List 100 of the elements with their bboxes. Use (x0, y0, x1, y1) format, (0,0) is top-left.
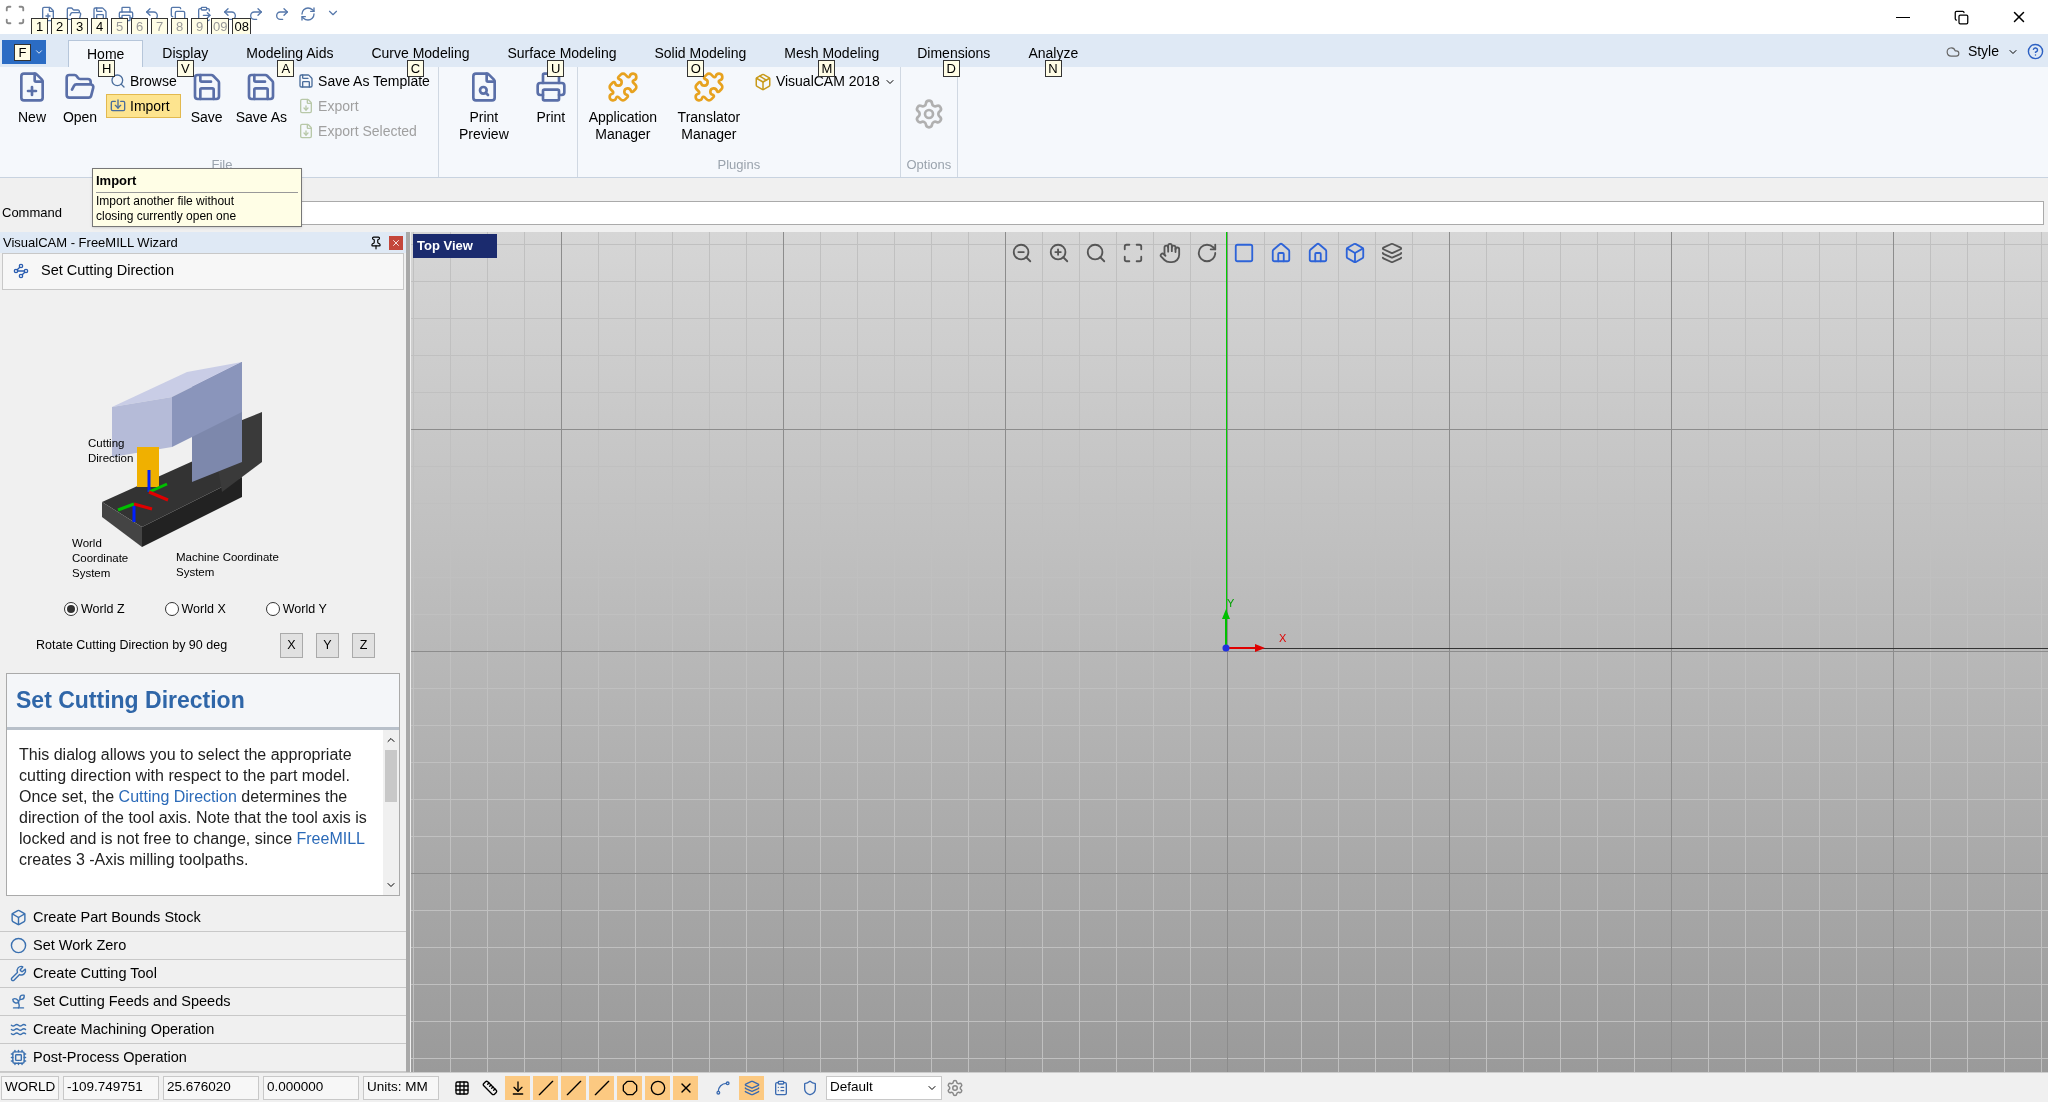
snap-icon (621, 1079, 638, 1096)
view-toolbar-icon[interactable] (1196, 242, 1218, 264)
panel-title: VisualCAM - FreeMILL Wizard (3, 233, 179, 252)
ribbon-icon (606, 71, 639, 103)
ribbon-button[interactable]: Application Manager (581, 67, 664, 155)
view-toolbar-icon[interactable] (1122, 242, 1144, 264)
step-icon (10, 937, 27, 954)
help-link[interactable]: FreeMILL (296, 829, 365, 847)
snap-toggle[interactable] (617, 1075, 642, 1100)
snap-toggle[interactable] (561, 1075, 586, 1100)
keytip: M (818, 60, 836, 77)
tool-icon (743, 1079, 760, 1096)
layer-dropdown[interactable]: Default (826, 1075, 942, 1100)
keytip: C (406, 60, 424, 77)
ribbon-icon (298, 98, 315, 114)
keytip: U (547, 60, 565, 77)
step-icon (10, 1021, 27, 1038)
view-toolbar-icon[interactable] (1233, 242, 1255, 264)
ribbon-button[interactable]: New (10, 67, 54, 155)
step-icon (10, 993, 27, 1010)
status-field: WORLD (1, 1075, 59, 1100)
view-toolbar-icon[interactable] (1159, 242, 1181, 264)
viewport[interactable]: Top View Y X (411, 232, 2048, 1072)
view-toolbar-icon[interactable] (1048, 242, 1070, 264)
ribbon-icon (110, 98, 126, 114)
panel-close-button[interactable] (389, 235, 403, 250)
help-icon[interactable] (2027, 43, 2044, 60)
scroll-thumb[interactable] (385, 749, 397, 802)
toolbar-icon[interactable] (222, 6, 238, 22)
package-icon (753, 72, 772, 91)
rotate-button[interactable]: X (280, 632, 303, 658)
toolbar-icon[interactable] (118, 6, 134, 22)
help-title: Set Cutting Direction (16, 686, 245, 716)
snap-icon (537, 1079, 554, 1096)
help-link[interactable]: Cutting Direction (118, 787, 237, 805)
snap-toggle[interactable] (589, 1075, 614, 1100)
ribbon-icon (298, 73, 315, 89)
tool-icon (772, 1079, 789, 1096)
axis-label: Y (1227, 596, 1235, 611)
step-icon (10, 1049, 27, 1066)
style-menu[interactable]: Style (1967, 41, 2019, 62)
snap-icon (565, 1079, 582, 1096)
keytip: A (277, 60, 295, 77)
axis-label: X (1279, 631, 1287, 646)
tool-icon (801, 1079, 818, 1096)
keytip: D (942, 60, 960, 77)
app-logo-icon (4, 4, 26, 26)
help-text: This dialog allows you to select the appropriate cutting direction with respect to the part model. Once set, the Cutting Direction determines the direction of the tool axis. Note that the tool axis is locked and is not free to change, since FreeMILL creates 3 -Axis milling toolpaths. (18, 744, 368, 870)
caret-icon (34, 47, 44, 57)
keytip: H (98, 60, 116, 77)
tooltip-text: Import another file without closing currently open one (96, 193, 238, 224)
ribbon-icon (534, 71, 567, 103)
step-icon (10, 909, 27, 926)
snap-icon (453, 1079, 470, 1096)
illustration-label: Cutting Direction (88, 435, 135, 466)
rotate-button[interactable]: Y (316, 632, 339, 658)
status-field: 0.000000 (263, 1075, 359, 1100)
radio-button[interactable]: World X (164, 600, 226, 619)
tool-toggle[interactable] (739, 1075, 764, 1100)
toolbar-icon[interactable] (196, 6, 212, 22)
scrollbar[interactable] (383, 729, 399, 895)
view-toolbar-icon[interactable] (1307, 242, 1329, 264)
tooltip-title: Import (96, 171, 298, 193)
settings-icon[interactable] (946, 1078, 964, 1097)
toolbar-icon[interactable] (66, 6, 82, 22)
view-toolbar-icon[interactable] (1270, 242, 1292, 264)
view-toolbar-icon[interactable] (1381, 242, 1403, 264)
keytip: N (1044, 60, 1062, 77)
snap-toggle[interactable] (505, 1075, 530, 1100)
snap-icon (649, 1079, 666, 1096)
snap-toggle[interactable] (533, 1075, 558, 1100)
view-toolbar-icon[interactable] (1344, 242, 1366, 264)
toolbar-icon[interactable] (40, 6, 56, 22)
radio-button[interactable]: World Y (265, 600, 327, 619)
ribbon-button[interactable]: Import (106, 94, 181, 118)
group-label: Plugins (716, 156, 762, 174)
axes-icon (13, 263, 29, 280)
group-label: Options (905, 156, 953, 174)
ribbon-icon (692, 71, 725, 103)
ribbon-icon (298, 123, 315, 139)
illustration-label: Machine Coordinate System (176, 549, 280, 580)
cloud-icon (1945, 44, 1960, 59)
radio-button[interactable]: World Z (64, 600, 125, 619)
status-field: -109.749751 (63, 1075, 159, 1100)
keytip: O (687, 60, 705, 77)
snap-icon (593, 1079, 610, 1096)
snap-toggle[interactable] (645, 1075, 670, 1100)
status-field: 25.676020 (163, 1075, 259, 1100)
status-field: Units: MM (363, 1075, 439, 1100)
view-toolbar-icon[interactable] (1011, 242, 1033, 264)
ribbon-button[interactable]: Print Preview (442, 67, 525, 155)
rotate-label: Rotate Cutting Direction by 90 deg (36, 636, 229, 654)
view-toolbar-icon[interactable] (1085, 242, 1107, 264)
snap-toggle[interactable] (673, 1075, 698, 1100)
rotate-button[interactable]: Z (352, 632, 375, 658)
minimize-icon (1896, 16, 1910, 18)
close-icon (391, 237, 401, 248)
pin-icon[interactable] (369, 235, 383, 250)
toolbar-icon[interactable] (248, 6, 264, 22)
restore-icon (1953, 9, 1969, 25)
